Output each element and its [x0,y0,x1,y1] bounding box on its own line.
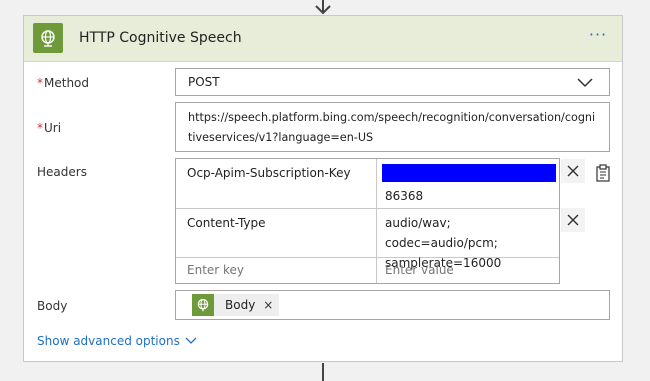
method-select[interactable]: POST [175,68,610,96]
card-title: HTTP Cognitive Speech [79,30,242,46]
required-marker: * [37,121,43,135]
header-value-cell[interactable]: 86368 [377,159,559,208]
close-icon [567,214,579,226]
header-row: Ocp-Apim-Subscription-Key 86368 [176,159,559,209]
chevron-down-icon [185,337,197,344]
dynamic-content-token[interactable]: Body × [192,294,280,316]
headers-label: Headers [37,165,87,179]
token-label: Body [225,298,256,312]
body-label: Body [37,299,68,313]
globe-icon [33,23,63,53]
header-row: Content-Type audio/wav; codec=audio/pcm;… [176,209,559,270]
method-label: *Method [37,76,90,90]
header-key-input[interactable]: Enter key [176,258,377,283]
globe-icon [192,294,214,316]
card-header[interactable]: HTTP Cognitive Speech ··· [24,16,622,62]
more-options-button[interactable]: ··· [586,27,610,48]
remove-token-close-icon[interactable]: × [263,298,273,312]
required-marker: * [37,76,43,90]
close-icon [567,165,579,177]
uri-value: https://speech.platform.bing.com/speech/… [188,111,596,144]
body-input[interactable]: Body × [175,290,610,320]
uri-input[interactable]: https://speech.platform.bing.com/speech/… [175,102,610,152]
header-key-cell[interactable]: Ocp-Apim-Subscription-Key [176,159,377,208]
chevron-down-icon [577,78,593,88]
uri-label: *Uri [37,121,62,135]
remove-header-button[interactable] [561,159,585,183]
action-card: HTTP Cognitive Speech ··· *Method POST *… [23,15,623,362]
flow-connector-line [322,363,324,381]
header-value-cell[interactable]: audio/wav; codec=audio/pcm; samplerate=1… [377,209,559,270]
redacted-value [382,164,556,182]
header-key-cell[interactable]: Content-Type [176,209,377,257]
clipboard-icon[interactable] [594,164,612,182]
headers-table: Ocp-Apim-Subscription-Key 86368 Content-… [175,158,560,284]
header-row-new: Enter key Enter value [176,258,559,283]
flow-connector-arrow-icon [315,0,331,15]
method-value: POST [188,75,220,89]
show-advanced-options-link[interactable]: Show advanced options [37,334,197,348]
remove-header-button[interactable] [561,208,585,232]
header-value-input[interactable]: Enter value [377,258,559,283]
